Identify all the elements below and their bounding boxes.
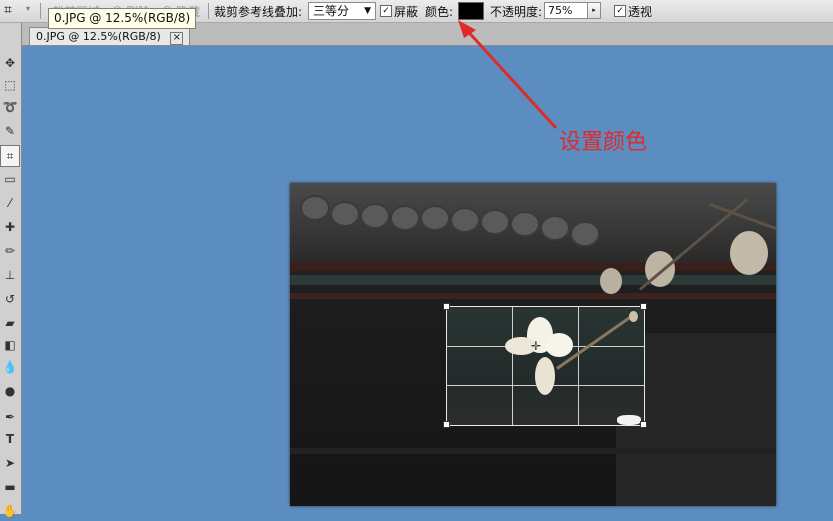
magnolia-petal [535, 357, 555, 395]
chevron-down-icon: ▼ [364, 6, 371, 16]
photo-eave-band [290, 263, 776, 271]
photo-magnolia-bud [730, 231, 768, 275]
lasso-tool-icon[interactable]: ➰ [1, 97, 19, 117]
divider [40, 3, 41, 19]
overlay-label: 裁剪参考线叠加: [214, 5, 303, 19]
perspective-checkbox[interactable]: ✓ [614, 5, 626, 17]
opacity-slider-button[interactable]: ▸ [587, 2, 601, 19]
marquee-tool-icon[interactable]: ⬚ [1, 75, 19, 95]
photo-railing [290, 448, 776, 454]
photo-roof-tile [570, 221, 600, 247]
crop-guide-line [578, 307, 579, 425]
photo-roof-tile [510, 211, 540, 237]
shield-checkbox[interactable]: ✓ [380, 5, 392, 17]
pen-tool-icon[interactable]: ✒ [1, 407, 19, 427]
crop-handle-bottom-right[interactable] [640, 421, 647, 428]
opacity-label: 不透明度: [490, 5, 543, 19]
perspective-label: 透视 [628, 5, 653, 19]
preset-dropdown-arrow-icon[interactable]: ▾ [26, 4, 30, 13]
close-icon[interactable]: × [170, 32, 184, 45]
photo-roof-tile [450, 207, 480, 233]
quick-select-tool-icon[interactable]: ✎ [1, 121, 19, 141]
crop-tool-icon[interactable]: ⌗ [0, 145, 20, 167]
shape-tool-icon[interactable]: ▬ [1, 477, 19, 497]
hand-tool-icon[interactable]: ✋ [1, 501, 19, 521]
opacity-value: 75% [548, 4, 573, 17]
brush-tool-icon[interactable]: ✏ [1, 241, 19, 261]
overlay-select[interactable]: 三等分 ▼ [308, 2, 376, 20]
eyedropper-tool-icon[interactable]: ⁄ [1, 193, 19, 213]
shield-label: 屏蔽 [394, 5, 419, 19]
photo-white-patch [617, 415, 641, 425]
shield-color-swatch[interactable] [458, 2, 484, 20]
photo-roof-tile [480, 209, 510, 235]
path-select-tool-icon[interactable]: ➤ [1, 453, 19, 473]
dodge-tool-icon[interactable]: ● [1, 381, 19, 401]
tools-panel: ✥ ⬚ ➰ ✎ ⌗ ▭ ⁄ ✚ ✏ ⊥ ↺ ▰ ◧ 💧 ● ✒ T ➤ ▬ ✋ [0, 23, 22, 518]
blur-tool-icon[interactable]: 💧 [1, 357, 19, 377]
divider [208, 3, 209, 19]
photo-eave-band [290, 275, 776, 285]
document-tab[interactable]: 0.JPG @ 12.5%(RGB/8) × [29, 27, 191, 45]
photo-roof-tile [330, 201, 360, 227]
magnolia-bud-small [629, 311, 638, 322]
crop-guide-line [512, 307, 513, 425]
photo-roof-tile [360, 203, 390, 229]
type-tool-icon[interactable]: T [1, 429, 19, 449]
annotation-text: 设置颜色 [559, 130, 648, 155]
crop-handle-top-right[interactable] [640, 303, 647, 310]
color-label: 颜色: [425, 5, 454, 19]
gradient-tool-icon[interactable]: ◧ [1, 335, 19, 355]
crop-selection[interactable]: ✛ [446, 306, 645, 426]
photo-magnolia-bud [600, 268, 622, 294]
photo-eave-band [290, 293, 776, 299]
crop-handle-top-left[interactable] [443, 303, 450, 310]
photo-roof-tile [390, 205, 420, 231]
slice-tool-icon[interactable]: ▭ [1, 169, 19, 189]
crop-handle-bottom-left[interactable] [443, 421, 450, 428]
photo-roof-tile [540, 215, 570, 241]
overlay-select-value: 三等分 [313, 4, 350, 18]
crop-center-icon[interactable]: ✛ [531, 339, 541, 353]
document-tooltip: 0.JPG @ 12.5%(RGB/8) [48, 8, 197, 29]
move-tool-icon[interactable]: ✥ [1, 53, 19, 73]
history-brush-tool-icon[interactable]: ↺ [1, 289, 19, 309]
eraser-tool-icon[interactable]: ▰ [1, 313, 19, 333]
clone-stamp-tool-icon[interactable]: ⊥ [1, 265, 19, 285]
healing-tool-icon[interactable]: ✚ [1, 217, 19, 237]
opacity-input[interactable]: 75% [544, 2, 588, 19]
crop-tool-preset-icon[interactable]: ⌗ [4, 2, 12, 18]
magnolia-petal [545, 333, 573, 357]
photo-roof-tile [420, 205, 450, 231]
photo-roof-tile [300, 195, 330, 221]
document-tab-title: 0.JPG @ 12.5%(RGB/8) [36, 30, 161, 43]
